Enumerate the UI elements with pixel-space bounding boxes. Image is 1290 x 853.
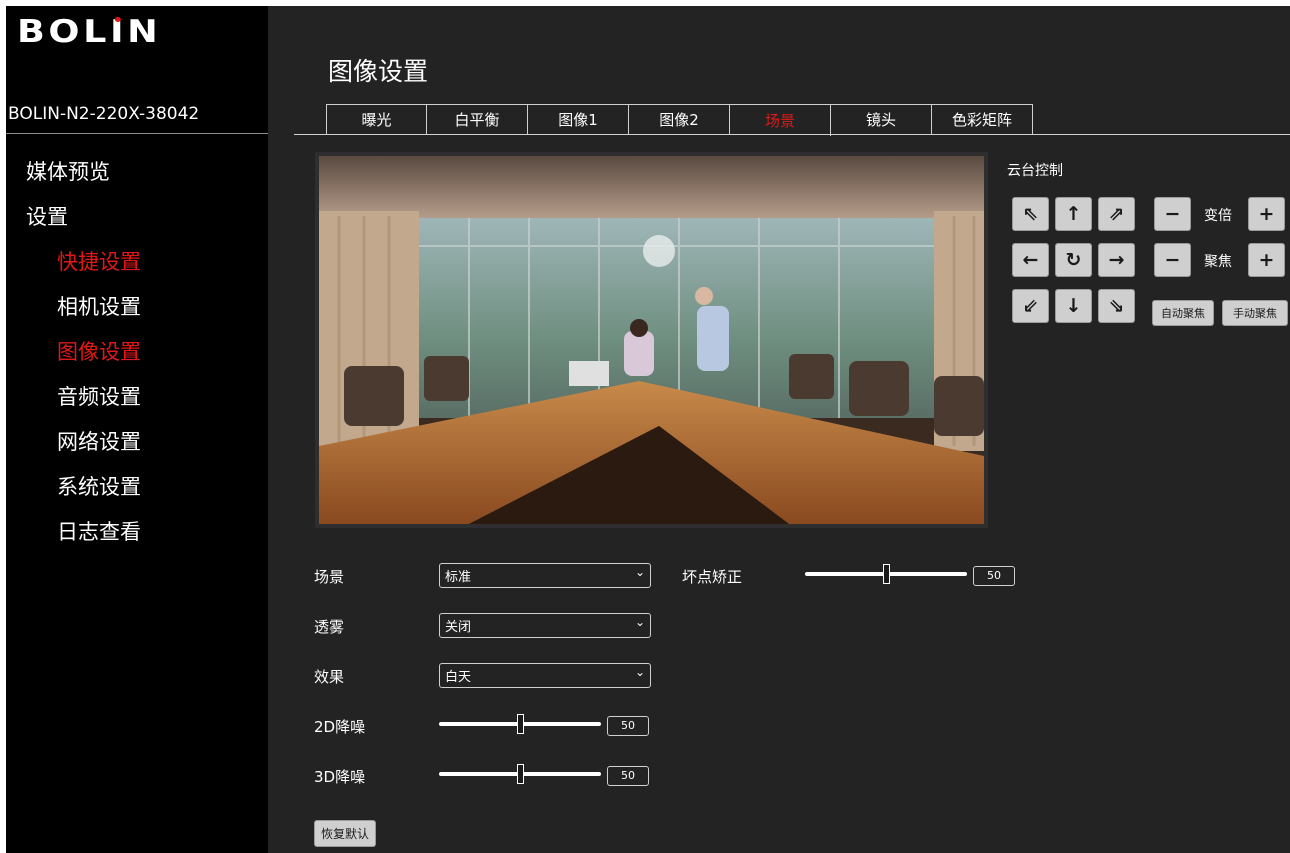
tab-lens[interactable]: 镜头: [831, 104, 932, 134]
focus-label: 聚焦: [1204, 254, 1232, 270]
sidebar-item-audio-settings[interactable]: 音频设置: [57, 381, 141, 411]
zoom-label: 变倍: [1204, 208, 1232, 224]
device-name: BOLIN-N2-220X-38042: [8, 104, 200, 124]
defog-label: 透雾: [314, 618, 345, 636]
chevron-down-icon: ⌄: [634, 615, 645, 629]
minus-icon: −: [1164, 203, 1181, 225]
sidebar-item-image-settings[interactable]: 图像设置: [57, 336, 141, 366]
arrow-up-icon: ↑: [1065, 203, 1082, 225]
nr2d-value[interactable]: 50: [607, 716, 649, 736]
pan-up-button[interactable]: ↑: [1055, 197, 1092, 231]
tab-scene[interactable]: 场景: [730, 104, 831, 136]
ptz-title: 云台控制: [1007, 163, 1063, 179]
chevron-down-icon: ⌄: [634, 665, 645, 679]
arrow-right-icon: →: [1108, 249, 1125, 271]
main-panel: 图像设置 曝光 白平衡 图像1 图像2 场景 镜头 色彩矩阵 云台控制 ⇖ ↑ …: [268, 6, 1290, 853]
effect-select[interactable]: 白天 ⌄: [439, 663, 651, 688]
pan-left-button[interactable]: ←: [1012, 243, 1049, 277]
tab-white-balance[interactable]: 白平衡: [427, 104, 528, 134]
arrow-down-icon: ↓: [1065, 295, 1082, 317]
arrow-down-left-icon: ⇙: [1022, 295, 1039, 317]
zoom-in-button[interactable]: +: [1248, 197, 1285, 231]
sidebar-item-system-settings[interactable]: 系统设置: [57, 471, 141, 501]
effect-select-value: 白天: [445, 670, 472, 685]
sidebar-item-log-view[interactable]: 日志查看: [57, 516, 141, 546]
sidebar: BOLIN BOLIN-N2-220X-38042 媒体预览 设置 快捷设置 相…: [6, 6, 268, 853]
chevron-down-icon: ⌄: [634, 565, 645, 579]
pan-up-left-button[interactable]: ⇖: [1012, 197, 1049, 231]
tab-image1[interactable]: 图像1: [528, 104, 629, 134]
arrow-up-left-icon: ⇖: [1022, 203, 1039, 225]
sidebar-divider: [6, 133, 268, 134]
reset-defaults-button[interactable]: 恢复默认: [314, 820, 376, 847]
scene-select-value: 标准: [445, 570, 472, 585]
dead-pixel-slider[interactable]: [805, 564, 967, 584]
manual-focus-button[interactable]: 手动聚焦: [1222, 300, 1288, 326]
dead-pixel-value[interactable]: 50: [973, 566, 1015, 586]
focus-far-button[interactable]: +: [1248, 243, 1285, 277]
nr3d-slider[interactable]: [439, 764, 601, 784]
slider-thumb[interactable]: [883, 564, 890, 584]
video-preview[interactable]: [315, 152, 988, 528]
sidebar-item-camera-settings[interactable]: 相机设置: [57, 291, 141, 321]
tab-exposure[interactable]: 曝光: [326, 104, 427, 134]
tab-bar: 曝光 白平衡 图像1 图像2 场景 镜头 色彩矩阵: [326, 104, 1033, 136]
nr2d-slider[interactable]: [439, 714, 601, 734]
pan-right-button[interactable]: →: [1098, 243, 1135, 277]
pan-home-button[interactable]: ↻: [1055, 243, 1092, 277]
brand-logo: BOLIN: [17, 14, 162, 50]
pan-up-right-button[interactable]: ⇗: [1098, 197, 1135, 231]
page-title: 图像设置: [328, 57, 429, 86]
tab-image2[interactable]: 图像2: [629, 104, 730, 134]
dead-pixel-label: 坏点矫正: [682, 568, 743, 586]
arrow-left-icon: ←: [1022, 249, 1039, 271]
plus-icon: +: [1258, 203, 1275, 225]
arrow-up-right-icon: ⇗: [1108, 203, 1125, 225]
pan-down-button[interactable]: ↓: [1055, 289, 1092, 323]
auto-focus-button[interactable]: 自动聚焦: [1152, 300, 1214, 326]
sidebar-item-quick-settings[interactable]: 快捷设置: [57, 246, 141, 276]
sidebar-item-settings[interactable]: 设置: [26, 201, 68, 231]
defog-select-value: 关闭: [445, 620, 472, 635]
scene-label: 场景: [314, 568, 345, 586]
plus-icon: +: [1258, 249, 1275, 271]
pan-down-right-button[interactable]: ⇘: [1098, 289, 1135, 323]
nr2d-label: 2D降噪: [314, 718, 366, 736]
tab-color-matrix[interactable]: 色彩矩阵: [932, 104, 1033, 134]
tab-underline: [294, 134, 1290, 135]
arrow-down-right-icon: ⇘: [1108, 295, 1125, 317]
nr3d-value[interactable]: 50: [607, 766, 649, 786]
slider-thumb[interactable]: [517, 714, 524, 734]
sidebar-item-media-preview[interactable]: 媒体预览: [26, 156, 110, 186]
defog-select[interactable]: 关闭 ⌄: [439, 613, 651, 638]
minus-icon: −: [1164, 249, 1181, 271]
refresh-icon: ↻: [1065, 249, 1082, 271]
scene-select[interactable]: 标准 ⌄: [439, 563, 651, 588]
sidebar-item-network-settings[interactable]: 网络设置: [57, 426, 141, 456]
zoom-out-button[interactable]: −: [1154, 197, 1191, 231]
slider-thumb[interactable]: [517, 764, 524, 784]
effect-label: 效果: [314, 668, 345, 686]
conference-room-image: [319, 156, 984, 524]
focus-near-button[interactable]: −: [1154, 243, 1191, 277]
nr3d-label: 3D降噪: [314, 768, 366, 786]
pan-down-left-button[interactable]: ⇙: [1012, 289, 1049, 323]
